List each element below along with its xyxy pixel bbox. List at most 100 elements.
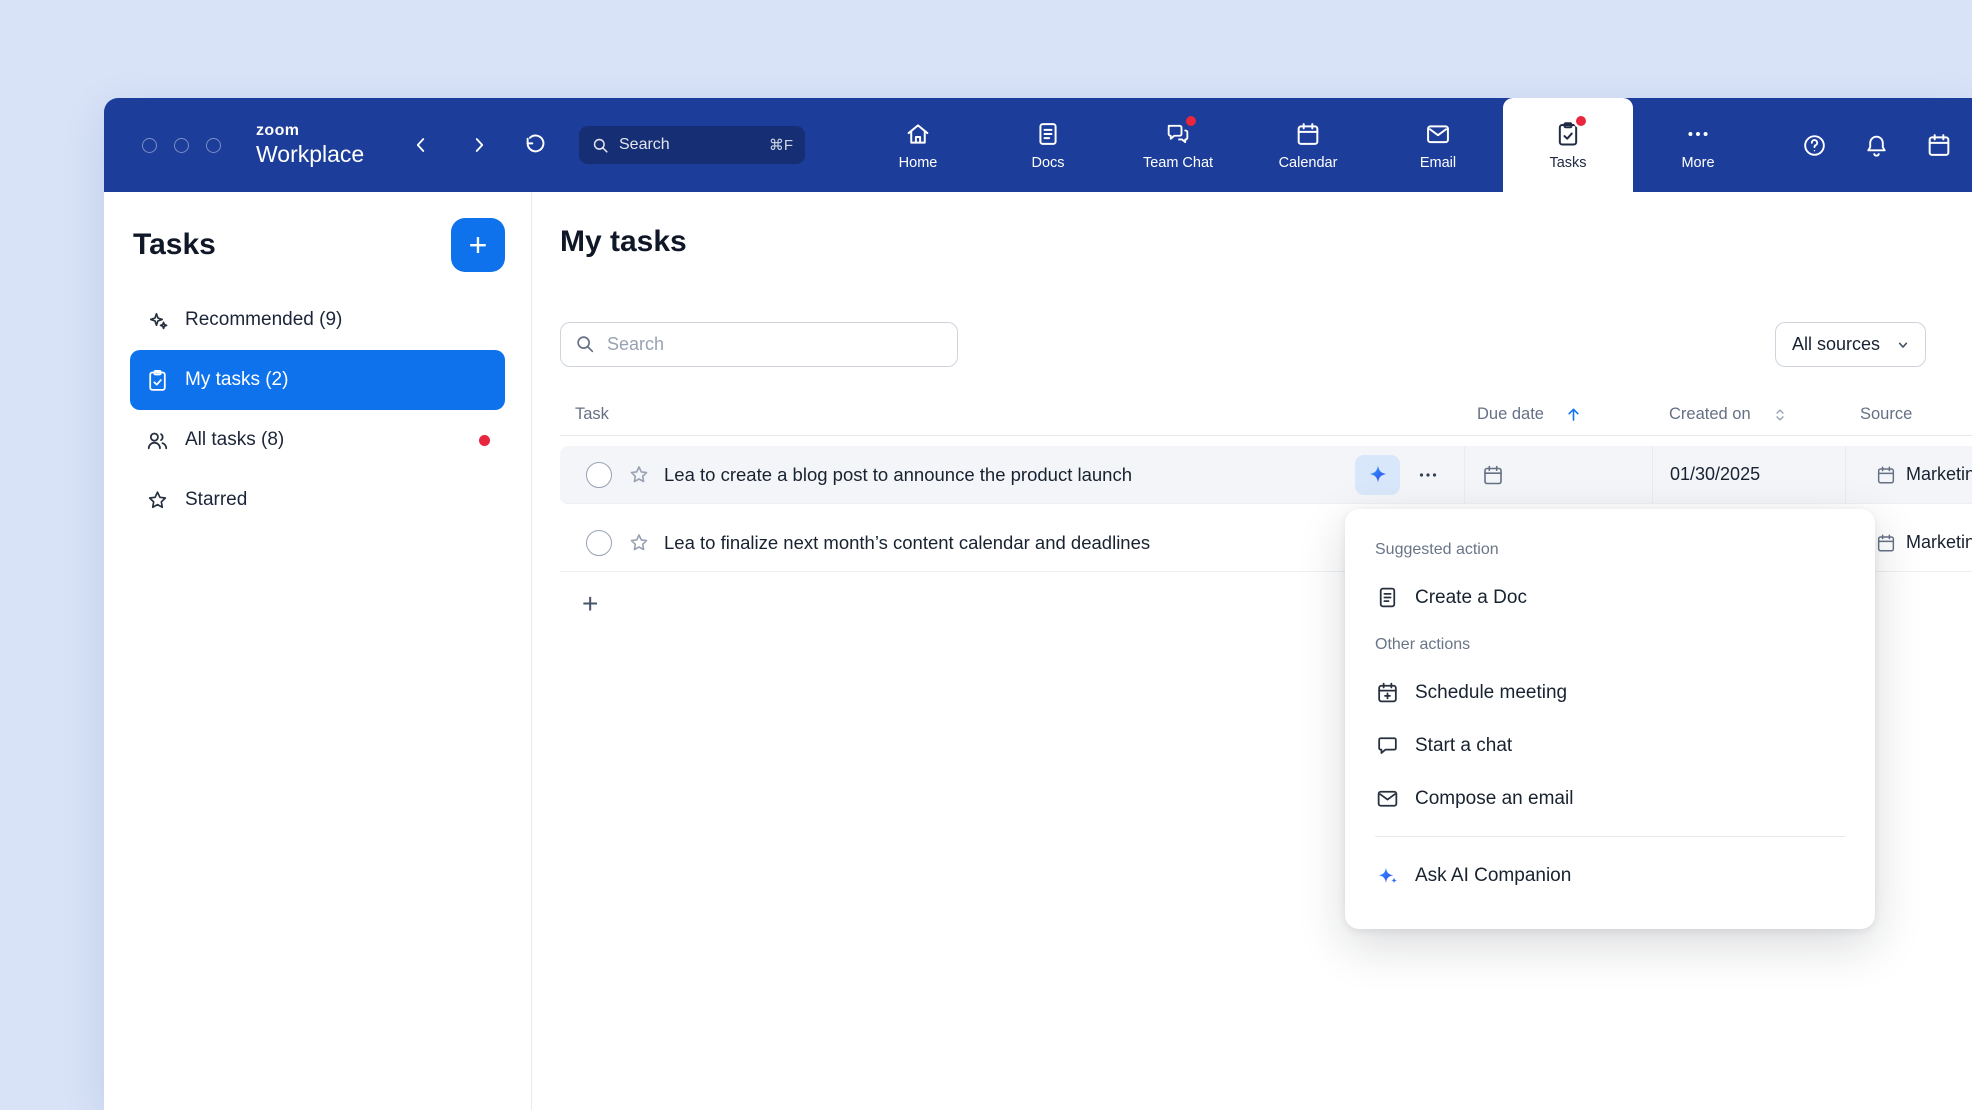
tasks-icon bbox=[1554, 120, 1582, 148]
task-checkbox[interactable] bbox=[586, 530, 612, 556]
window-control-2[interactable] bbox=[174, 138, 189, 153]
all-tasks-badge bbox=[479, 435, 490, 446]
help-button[interactable] bbox=[1796, 127, 1832, 163]
sidebar-item-recommended[interactable]: Recommended (9) bbox=[130, 290, 505, 350]
ai-sparkle-icon bbox=[1366, 463, 1390, 487]
sidebar-list: Recommended (9) My tasks (2) All tasks (… bbox=[104, 290, 531, 530]
date-icon bbox=[1925, 131, 1953, 159]
sidebar-title: Tasks bbox=[133, 228, 216, 262]
star-icon[interactable] bbox=[627, 463, 651, 487]
task-search bbox=[560, 322, 958, 367]
nav-team-chat-label: Team Chat bbox=[1143, 155, 1213, 171]
task-cell: Lea to finalize next month’s content cal… bbox=[560, 514, 1464, 571]
app-window: zoom Workplace Search ⌘F Home Docs bbox=[104, 98, 1972, 1110]
calendar-icon bbox=[1875, 464, 1897, 486]
sidebar-item-starred[interactable]: Starred bbox=[130, 470, 505, 530]
add-due-date-icon bbox=[1481, 463, 1505, 487]
email-icon bbox=[1375, 786, 1400, 811]
add-task-button[interactable]: + bbox=[582, 590, 598, 618]
menu-item-schedule-meeting[interactable]: Schedule meeting bbox=[1375, 666, 1845, 719]
plus-icon: + bbox=[469, 229, 488, 261]
history-button[interactable] bbox=[518, 128, 552, 162]
row-more-button[interactable] bbox=[1408, 455, 1448, 495]
menu-item-compose-email[interactable]: Compose an email bbox=[1375, 772, 1845, 825]
new-task-button[interactable]: + bbox=[451, 218, 505, 272]
chat-bubble-icon bbox=[1375, 733, 1400, 758]
source-cell: Marketing bbox=[1845, 446, 1972, 503]
sort-ascending-icon bbox=[1564, 405, 1583, 424]
task-search-input[interactable] bbox=[560, 322, 958, 367]
nav-home-label: Home bbox=[899, 155, 938, 171]
nav-email-label: Email bbox=[1420, 155, 1456, 171]
sources-filter-dropdown[interactable]: All sources bbox=[1775, 322, 1926, 367]
source-label: Marketing bbox=[1906, 532, 1972, 553]
calendar-icon bbox=[1294, 120, 1322, 148]
logo-zoom-text: zoom bbox=[256, 122, 364, 140]
nav-docs[interactable]: Docs bbox=[983, 98, 1113, 192]
menu-item-create-doc[interactable]: Create a Doc bbox=[1375, 571, 1845, 624]
topbar: zoom Workplace Search ⌘F Home Docs bbox=[104, 98, 1972, 192]
menu-item-start-chat[interactable]: Start a chat bbox=[1375, 719, 1845, 772]
ai-companion-button[interactable] bbox=[1355, 455, 1400, 495]
docs-icon bbox=[1034, 120, 1062, 148]
plus-icon: + bbox=[582, 588, 598, 619]
menu-section-header: Suggested action bbox=[1375, 529, 1845, 571]
nav-more[interactable]: More bbox=[1633, 98, 1763, 192]
schedule-button[interactable] bbox=[1921, 127, 1957, 163]
column-header-due-date[interactable]: Due date bbox=[1464, 394, 1652, 435]
sidebar-item-my-tasks[interactable]: My tasks (2) bbox=[130, 350, 505, 410]
calendar-icon bbox=[1875, 532, 1897, 554]
table-header: Task Due date Created on Source bbox=[560, 394, 1972, 436]
nav-home[interactable]: Home bbox=[853, 98, 983, 192]
star-icon[interactable] bbox=[627, 531, 651, 555]
chevron-right-icon bbox=[468, 134, 490, 156]
window-control-1[interactable] bbox=[142, 138, 157, 153]
tasks-badge bbox=[1576, 116, 1586, 126]
sidebar-item-label: My tasks (2) bbox=[185, 369, 288, 391]
help-icon bbox=[1801, 132, 1828, 159]
nav-calendar-label: Calendar bbox=[1279, 155, 1338, 171]
people-icon bbox=[145, 428, 170, 453]
bell-icon bbox=[1863, 132, 1890, 159]
sidebar-item-all-tasks[interactable]: All tasks (8) bbox=[130, 410, 505, 470]
task-cell: Lea to create a blog post to announce th… bbox=[560, 446, 1464, 503]
team-chat-badge bbox=[1186, 116, 1196, 126]
task-row[interactable]: Lea to create a blog post to announce th… bbox=[560, 446, 1972, 504]
email-icon bbox=[1424, 120, 1452, 148]
chevron-down-icon bbox=[1893, 335, 1913, 355]
nav-tasks-label: Tasks bbox=[1549, 155, 1586, 171]
nav-team-chat[interactable]: Team Chat bbox=[1113, 98, 1243, 192]
created-on-cell: 01/30/2025 bbox=[1652, 446, 1845, 503]
task-list-icon bbox=[145, 368, 170, 393]
column-header-source: Source bbox=[1845, 394, 1972, 435]
sources-filter-label: All sources bbox=[1792, 334, 1880, 355]
window-control-3[interactable] bbox=[206, 138, 221, 153]
task-checkbox[interactable] bbox=[586, 462, 612, 488]
task-title: Lea to finalize next month’s content cal… bbox=[664, 532, 1150, 554]
menu-divider bbox=[1375, 836, 1845, 837]
menu-section-header: Other actions bbox=[1375, 624, 1845, 666]
more-icon bbox=[1416, 463, 1440, 487]
column-header-created-on[interactable]: Created on bbox=[1652, 394, 1845, 435]
nav-tasks[interactable]: Tasks bbox=[1503, 98, 1633, 192]
sidebar-item-label: Starred bbox=[185, 489, 247, 511]
calendar-plus-icon bbox=[1375, 680, 1400, 705]
home-icon bbox=[904, 120, 932, 148]
back-button[interactable] bbox=[404, 128, 438, 162]
global-search[interactable]: Search ⌘F bbox=[579, 126, 805, 164]
due-date-cell[interactable] bbox=[1464, 446, 1652, 503]
nav-email[interactable]: Email bbox=[1373, 98, 1503, 192]
logo-workplace-text: Workplace bbox=[256, 140, 364, 169]
search-shortcut: ⌘F bbox=[769, 136, 793, 154]
team-chat-icon bbox=[1164, 120, 1192, 148]
ai-action-menu: Suggested action Create a Doc Other acti… bbox=[1345, 509, 1875, 929]
notifications-button[interactable] bbox=[1858, 127, 1894, 163]
menu-item-ask-ai-companion[interactable]: Ask AI Companion bbox=[1375, 849, 1845, 902]
sidebar-item-label: All tasks (8) bbox=[185, 429, 284, 451]
global-search-placeholder: Search bbox=[619, 136, 760, 154]
sidebar-header: Tasks + bbox=[104, 192, 531, 272]
tasks-sidebar: Tasks + Recommended (9) My tasks (2) All… bbox=[104, 192, 532, 1110]
column-header-task: Task bbox=[560, 394, 1464, 435]
nav-calendar[interactable]: Calendar bbox=[1243, 98, 1373, 192]
forward-button[interactable] bbox=[462, 128, 496, 162]
